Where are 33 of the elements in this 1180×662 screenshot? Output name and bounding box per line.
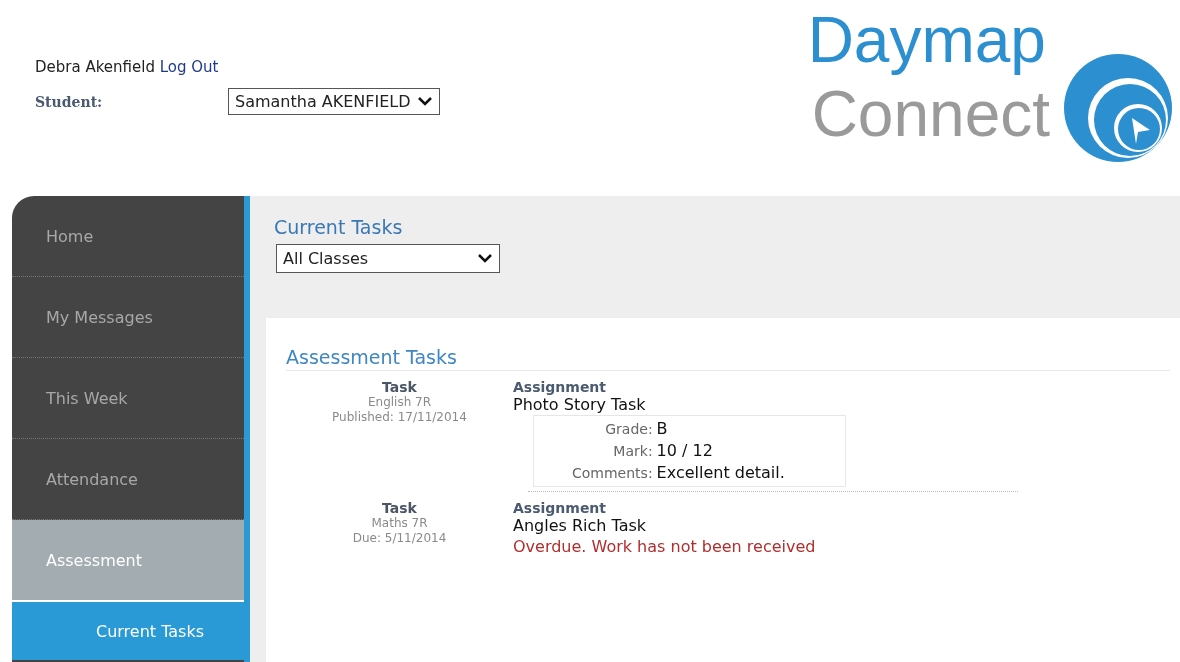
student-label: Student:: [35, 93, 104, 110]
result-value: 10 / 12: [656, 440, 714, 462]
logo-text: Connect: [811, 77, 1050, 152]
result-value: B: [656, 418, 669, 440]
overdue-message: Overdue. Work has not been received: [513, 536, 816, 558]
result-value: Excellent detail.: [656, 462, 785, 484]
column-label: Task: [382, 500, 417, 516]
logout-link[interactable]: Log Out: [159, 58, 219, 76]
user-name: Debra Akenfield: [35, 58, 155, 76]
column-label: Task: [382, 379, 417, 395]
result-label: Grade:: [604, 420, 653, 439]
column-label: Assignment: [513, 500, 607, 516]
page-title: Current Tasks: [273, 215, 404, 238]
class-name: English 7R: [367, 395, 432, 410]
section-heading: Assessment Tasks: [286, 346, 1170, 371]
assignment-title: Photo Story Task: [513, 395, 646, 415]
nav-item[interactable]: Assessment: [12, 520, 244, 602]
student-select[interactable]: Samantha AKENFIELD: [228, 88, 440, 115]
nav-item[interactable]: My Messages: [12, 277, 244, 358]
class-name: Maths 7R: [371, 516, 428, 531]
column-label: Assignment: [513, 379, 607, 395]
assignment-title: Angles Rich Task: [513, 516, 647, 536]
class-filter-select[interactable]: All Classes: [276, 244, 500, 273]
result-label: Mark:: [612, 442, 653, 461]
chevron-down-icon: [416, 96, 433, 107]
nav-item[interactable]: Home: [12, 196, 244, 277]
logo-text: Daymap: [807, 4, 1047, 78]
task-date: Published: 17/11/2014: [332, 410, 467, 425]
nav-item[interactable]: This Week: [12, 358, 244, 439]
nav-subitem[interactable]: Current Tasks: [12, 602, 244, 660]
task-date: Due: 5/11/2014: [352, 531, 447, 546]
chevron-down-icon: [477, 253, 493, 264]
result-label: Comments:: [571, 464, 653, 483]
